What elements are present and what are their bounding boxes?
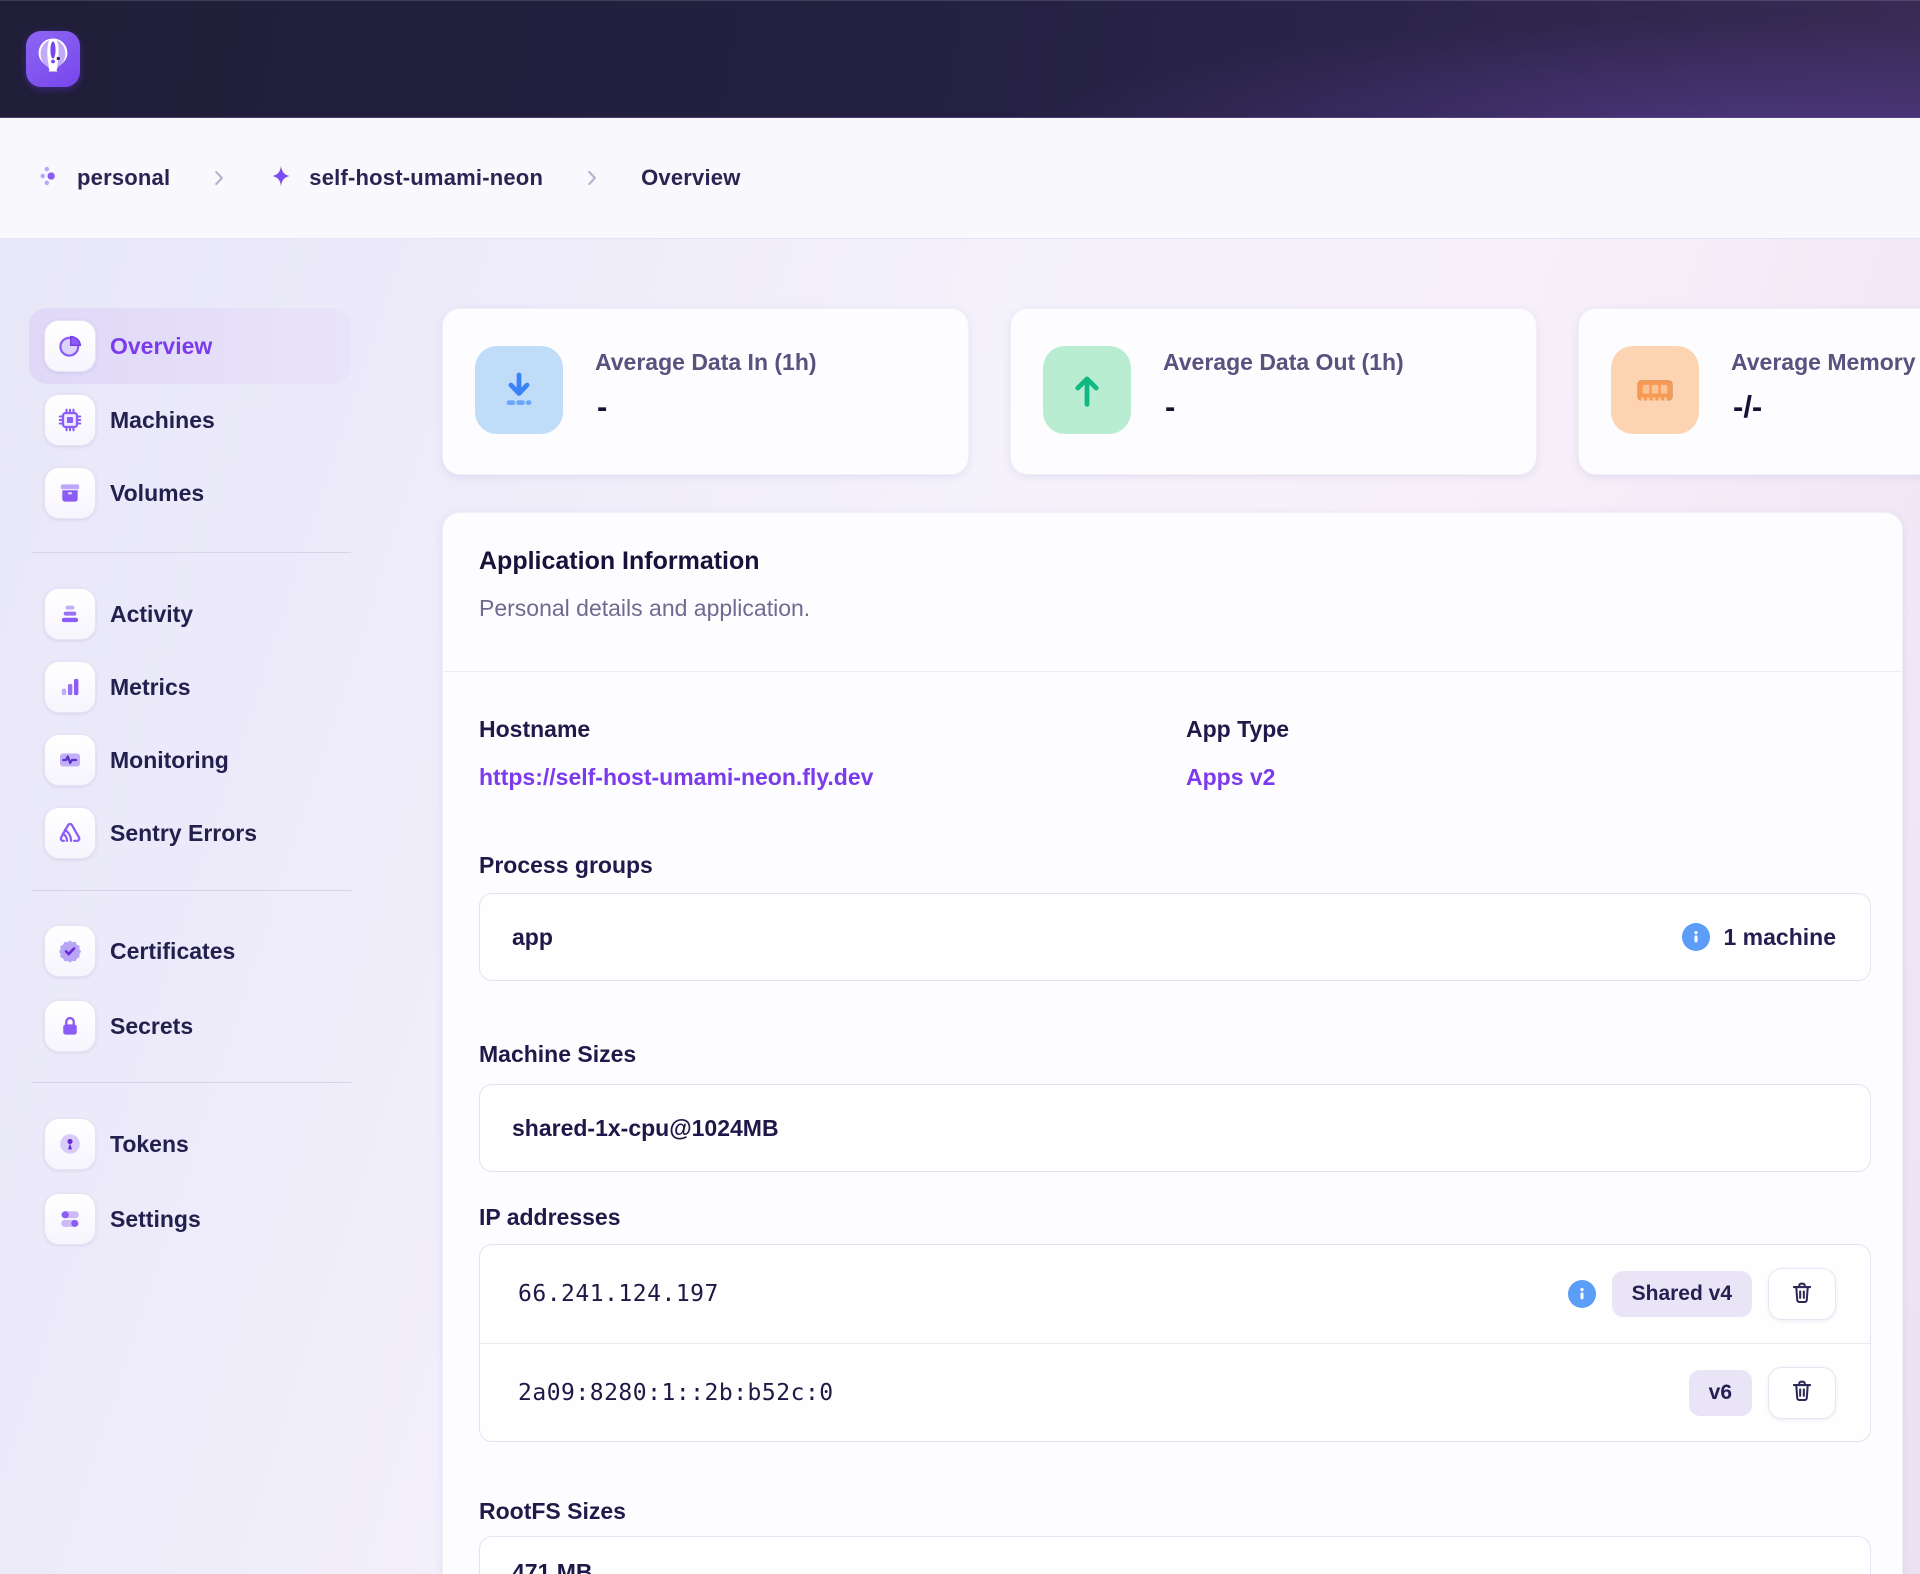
sidebar-item-volumes[interactable]: Volumes [29, 467, 351, 519]
delete-ip-button[interactable] [1768, 1268, 1836, 1320]
page: personal self-host-umami-neon Overview [0, 0, 1920, 1574]
keyhole-icon [44, 1118, 96, 1170]
rootfs-size-value: 471 MB [512, 1559, 593, 1574]
memory-icon [1611, 346, 1699, 434]
sidebar-item-settings[interactable]: Settings [29, 1193, 351, 1245]
machine-size-row: shared-1x-cpu@1024MB [479, 1084, 1871, 1172]
stat-label: Average Memory [1731, 349, 1916, 376]
ip-type-badge: Shared v4 [1612, 1271, 1752, 1317]
sidebar-item-label: Volumes [110, 480, 204, 507]
breadcrumb-org-label: personal [77, 165, 170, 191]
sidebar-item-label: Certificates [110, 938, 235, 965]
certificate-badge-icon [44, 925, 96, 977]
breadcrumb: personal self-host-umami-neon Overview [0, 118, 1920, 239]
rootfs-size-row: 471 MB [479, 1536, 1871, 1574]
sidebar-item-certificates[interactable]: Certificates [29, 925, 351, 977]
breadcrumb-app[interactable]: self-host-umami-neon [268, 163, 543, 194]
stat-value: - [1165, 389, 1175, 425]
delete-ip-button[interactable] [1768, 1367, 1836, 1419]
sidebar-item-metrics[interactable]: Metrics [29, 661, 351, 713]
machine-sizes-label: Machine Sizes [479, 1041, 636, 1068]
machine-count: 1 machine [1724, 924, 1837, 951]
sidebar-item-label: Secrets [110, 1013, 193, 1040]
ip-address: 2a09:8280:1::2b:b52c:0 [518, 1380, 834, 1406]
fly-logo[interactable] [26, 31, 80, 87]
activity-stack-icon [44, 588, 96, 640]
cpu-chip-icon [44, 394, 96, 446]
ip-row-v4: 66.241.124.197 Shared v4 [480, 1245, 1870, 1343]
sidebar-divider [31, 1082, 351, 1083]
sidebar-item-label: Monitoring [110, 747, 229, 774]
sidebar-item-label: Machines [110, 407, 215, 434]
trash-icon [1789, 1280, 1815, 1309]
divider [443, 671, 1902, 672]
sidebar-item-label: Activity [110, 601, 193, 628]
application-information-card: Application Information Personal details… [442, 512, 1903, 1574]
sidebar-item-sentry-errors[interactable]: Sentry Errors [29, 807, 351, 859]
ip-addresses-box: 66.241.124.197 Shared v4 [479, 1244, 1871, 1442]
breadcrumb-page[interactable]: Overview [641, 165, 740, 191]
stat-label: Average Data In (1h) [595, 349, 817, 376]
info-icon[interactable] [1682, 923, 1710, 951]
chevron-right-icon [208, 167, 230, 189]
hostname-label: Hostname [479, 716, 590, 743]
stat-card-data-out: Average Data Out (1h) - [1010, 308, 1537, 475]
stat-value: - [597, 389, 607, 425]
sentry-logo-icon [44, 807, 96, 859]
toggles-icon [44, 1193, 96, 1245]
padlock-icon [44, 1000, 96, 1052]
sidebar-item-label: Settings [110, 1206, 201, 1233]
sidebar-item-label: Overview [110, 333, 212, 360]
sidebar-item-label: Sentry Errors [110, 820, 257, 847]
ip-addresses-label: IP addresses [479, 1204, 621, 1231]
overview-icon [44, 320, 96, 372]
ip-address: 66.241.124.197 [518, 1281, 719, 1307]
sidebar-item-monitoring[interactable]: Monitoring [29, 734, 351, 786]
pulse-monitor-icon [44, 734, 96, 786]
process-group-row: app 1 machine [479, 893, 1871, 981]
breadcrumb-app-label: self-host-umami-neon [309, 165, 543, 191]
trash-icon [1789, 1378, 1815, 1407]
machine-size-value: shared-1x-cpu@1024MB [512, 1115, 779, 1142]
app-info-title: Application Information [479, 547, 760, 576]
chevron-right-icon [581, 167, 603, 189]
process-groups-label: Process groups [479, 852, 653, 879]
app-type-link[interactable]: Apps v2 [1186, 764, 1275, 791]
ip-type-badge: v6 [1689, 1370, 1752, 1416]
hostname-link[interactable]: https://self-host-umami-neon.fly.dev [479, 764, 873, 791]
data-in-arrow-icon [475, 346, 563, 434]
sidebar-item-tokens[interactable]: Tokens [29, 1118, 351, 1170]
process-group-name: app [512, 924, 553, 951]
sidebar-item-overview[interactable]: Overview [29, 308, 351, 384]
balloon-icon [35, 37, 71, 82]
stat-card-memory: Average Memory -/- [1578, 308, 1920, 475]
org-dots-icon [36, 163, 62, 194]
ip-row-v6: 2a09:8280:1::2b:b52c:0 v6 [480, 1343, 1870, 1441]
stat-label: Average Data Out (1h) [1163, 349, 1404, 376]
sidebar-item-machines[interactable]: Machines [29, 394, 351, 446]
sidebar-divider [31, 552, 351, 553]
volume-box-icon [44, 467, 96, 519]
top-header [0, 0, 1920, 118]
app-info-subtitle: Personal details and application. [479, 595, 810, 622]
sidebar-item-activity[interactable]: Activity [29, 588, 351, 640]
sidebar-divider [31, 890, 351, 891]
sidebar-item-label: Metrics [110, 674, 191, 701]
breadcrumb-page-label: Overview [641, 165, 740, 191]
bar-chart-icon [44, 661, 96, 713]
sidebar-item-secrets[interactable]: Secrets [29, 1000, 351, 1052]
rootfs-sizes-label: RootFS Sizes [479, 1498, 626, 1525]
sidebar-item-label: Tokens [110, 1131, 189, 1158]
stat-value: -/- [1733, 389, 1762, 425]
sparkle-icon [268, 163, 294, 194]
info-icon[interactable] [1568, 1280, 1596, 1308]
breadcrumb-org[interactable]: personal [36, 163, 170, 194]
data-out-arrow-icon [1043, 346, 1131, 434]
app-type-label: App Type [1186, 716, 1289, 743]
stat-card-data-in: Average Data In (1h) - [442, 308, 969, 475]
